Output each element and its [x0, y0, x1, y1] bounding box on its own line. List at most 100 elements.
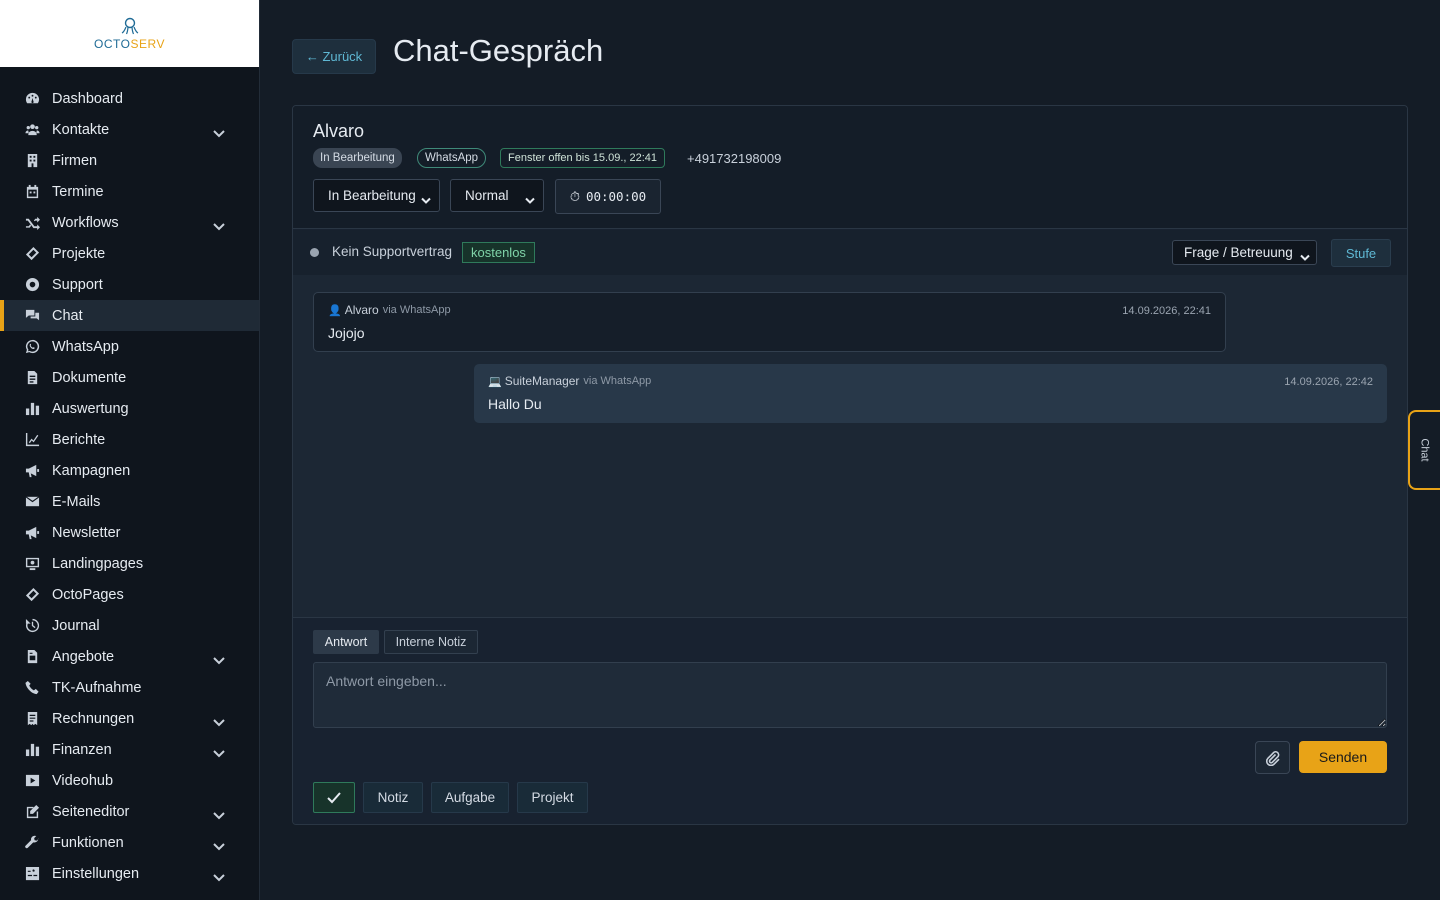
sidebar-item-label: Seiteneditor	[52, 803, 130, 820]
bar-chart-icon	[24, 401, 40, 417]
composer: Antwort Interne Notiz Senden Notiz Aufga…	[293, 618, 1407, 824]
sidebar-item-kontakte[interactable]: Kontakte	[0, 114, 259, 145]
sidebar: OCTOSERV Dashboard Kontakte Firmen Termine W…	[0, 0, 260, 900]
chevron-down-icon[interactable]	[213, 126, 225, 137]
note-button[interactable]: Notiz	[363, 782, 423, 813]
sidebar-item-seiteneditor[interactable]: Seiteneditor	[0, 796, 259, 827]
sidebar-item-e-mails[interactable]: E-Mails	[0, 486, 259, 517]
task-button[interactable]: Aufgabe	[431, 782, 509, 813]
sidebar-item-finanzen[interactable]: Finanzen	[0, 734, 259, 765]
tab-internal-note[interactable]: Interne Notiz	[384, 630, 478, 654]
stopwatch-icon: ⏱	[569, 188, 580, 204]
user-icon: 👤	[328, 304, 342, 317]
sidebar-item-angebote[interactable]: Angebote	[0, 641, 259, 672]
message-meta: 💻 SuiteManager via WhatsApp	[488, 374, 1373, 388]
sidebar-item-label: TK-Aufnahme	[52, 679, 142, 696]
sidebar-item-label: Videohub	[52, 772, 114, 789]
chevron-down-icon	[421, 192, 431, 204]
check-icon	[327, 791, 341, 803]
timer-button[interactable]: ⏱ 00:00:00	[555, 179, 661, 214]
sidebar-item-termine[interactable]: Termine	[0, 176, 259, 207]
sidebar-item-dashboard[interactable]: Dashboard	[0, 83, 259, 114]
main-content: ← Zurück Chat-Gespräch Alvaro In Bearbei…	[260, 0, 1440, 900]
sidebar-item-label: Rechnungen	[52, 710, 135, 727]
category-select-value: Frage / Betreuung	[1184, 245, 1293, 260]
status-badge: In Bearbeitung	[313, 148, 402, 168]
status-select[interactable]: In Bearbeitung	[313, 179, 440, 212]
message-text: Hallo Du	[488, 396, 542, 412]
logo[interactable]: OCTOSERV	[0, 0, 259, 67]
sidebar-item-firmen[interactable]: Firmen	[0, 145, 259, 176]
receipt-icon	[24, 711, 40, 727]
message-incoming: 👤 Alvaro via WhatsApp 14.09.2026, 22:41 …	[313, 292, 1226, 352]
chat-card: Alvaro In Bearbeitung WhatsApp Fenster o…	[292, 105, 1408, 825]
chevron-down-icon	[525, 192, 535, 204]
chevron-down-icon[interactable]	[213, 839, 225, 850]
sidebar-item-support[interactable]: Support	[0, 269, 259, 300]
sidebar-item-label: Auswertung	[52, 400, 129, 417]
sidebar-item-label: Kampagnen	[52, 462, 131, 479]
sidebar-item-tk-aufnahme[interactable]: TK-Aufnahme	[0, 672, 259, 703]
sidebar-item-label: Journal	[52, 617, 100, 634]
back-button[interactable]: ← Zurück	[292, 39, 376, 74]
chevron-down-icon[interactable]	[213, 653, 225, 664]
chevron-down-icon[interactable]	[213, 808, 225, 819]
chevron-down-icon	[1300, 249, 1310, 261]
project-button[interactable]: Projekt	[517, 782, 588, 813]
laptop-icon: 💻	[488, 375, 502, 388]
bar-chart-icon	[24, 742, 40, 758]
sidebar-item-chat[interactable]: Chat	[0, 300, 259, 331]
sidebar-item-berichte[interactable]: Berichte	[0, 424, 259, 455]
sidebar-item-rechnungen[interactable]: Rechnungen	[0, 703, 259, 734]
attach-button[interactable]	[1255, 741, 1290, 774]
sidebar-item-label: Support	[52, 276, 103, 293]
message-channel: via WhatsApp	[583, 375, 652, 387]
edit-icon	[24, 804, 40, 820]
chat-side-tab[interactable]: Chat	[1408, 410, 1440, 490]
page-title: Chat-Gespräch	[393, 33, 604, 68]
brand-name: OCTOSERV	[94, 36, 165, 51]
chevron-down-icon[interactable]	[213, 715, 225, 726]
chevron-down-icon[interactable]	[213, 870, 225, 881]
sidebar-item-einstellungen[interactable]: Einstellungen	[0, 858, 259, 889]
sidebar-item-videohub[interactable]: Videohub	[0, 765, 259, 796]
sidebar-item-label: Landingpages	[52, 555, 144, 572]
wrench-icon	[24, 835, 40, 851]
free-badge: kostenlos	[462, 242, 535, 263]
sidebar-item-octopages[interactable]: OctoPages	[0, 579, 259, 610]
octopus-logo-icon	[119, 17, 141, 35]
sidebar-item-label: Finanzen	[52, 741, 112, 758]
sidebar-item-label: Projekte	[52, 245, 106, 262]
sidebar-item-funktionen[interactable]: Funktionen	[0, 827, 259, 858]
mark-done-button[interactable]	[313, 782, 355, 813]
category-select[interactable]: Frage / Betreuung	[1172, 240, 1317, 265]
send-button[interactable]: Senden	[1299, 741, 1387, 773]
priority-select[interactable]: Normal	[450, 179, 544, 212]
phone-icon	[24, 680, 40, 696]
contact-phone: +491732198009	[687, 151, 782, 166]
window-badge: Fenster offen bis 15.09., 22:41	[500, 148, 666, 168]
sidebar-item-whatsapp[interactable]: WhatsApp	[0, 331, 259, 362]
envelope-icon	[24, 494, 40, 510]
ticket-icon	[24, 587, 40, 603]
sidebar-item-projekte[interactable]: Projekte	[0, 238, 259, 269]
sidebar-item-newsletter[interactable]: Newsletter	[0, 517, 259, 548]
shuffle-icon	[24, 215, 40, 231]
tab-reply[interactable]: Antwort	[313, 630, 379, 654]
support-bar: Kein Supportvertrag kostenlos Frage / Be…	[293, 230, 1407, 275]
chevron-down-icon[interactable]	[213, 219, 225, 230]
level-button[interactable]: Stufe	[1331, 239, 1391, 267]
sidebar-item-dokumente[interactable]: Dokumente	[0, 362, 259, 393]
megaphone-icon	[24, 525, 40, 541]
sidebar-item-workflows[interactable]: Workflows	[0, 207, 259, 238]
timer-value: 00:00:00	[585, 189, 647, 204]
sidebar-item-auswertung[interactable]: Auswertung	[0, 393, 259, 424]
sidebar-item-kampagnen[interactable]: Kampagnen	[0, 455, 259, 486]
sidebar-item-landingpages[interactable]: Landingpages	[0, 548, 259, 579]
sidebar-item-journal[interactable]: Journal	[0, 610, 259, 641]
reply-input[interactable]	[313, 662, 1387, 728]
line-chart-icon	[24, 432, 40, 448]
chevron-down-icon[interactable]	[213, 746, 225, 757]
sidebar-item-label: Funktionen	[52, 834, 124, 851]
settings-icon	[24, 866, 40, 882]
